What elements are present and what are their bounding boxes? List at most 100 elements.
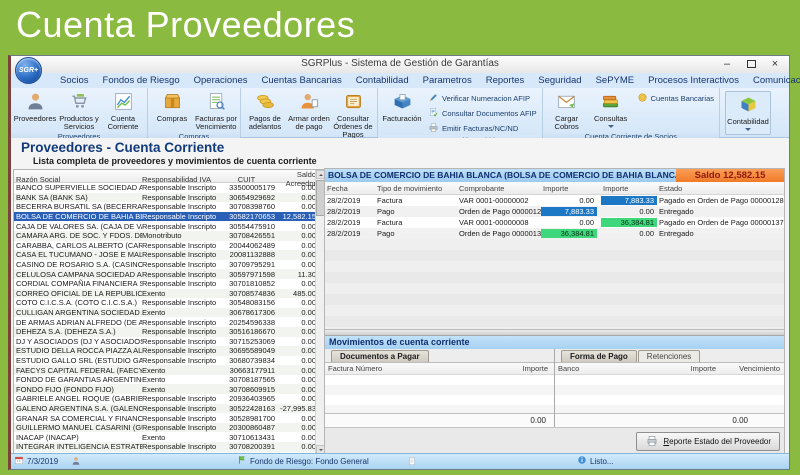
ribbon-button-cargar-cobros[interactable]: Cargar Cobros bbox=[545, 89, 589, 131]
chart-icon bbox=[113, 91, 134, 114]
ribbon-link-verificar-numeracion-afip[interactable]: Verificar Numeracion AFIP bbox=[428, 92, 537, 105]
payment-order-icon bbox=[299, 91, 320, 114]
provider-row[interactable]: GUILLERMO MANUEL CASARINI (GUILLER...Res… bbox=[14, 423, 315, 433]
provider-row[interactable]: FAECYS CAPITAL FEDERAL (FAECYS CAPI...Ex… bbox=[14, 365, 315, 375]
restore-icon bbox=[747, 60, 756, 68]
tab-retenciones[interactable]: Retenciones bbox=[638, 350, 700, 362]
status-ready: Listo... bbox=[590, 457, 614, 466]
menu-item-cuentas-bancarias[interactable]: Cuentas Bancarias bbox=[255, 74, 349, 88]
provider-row[interactable]: CELULOSA CAMPANA SOCIEDAD ANONIM...Respo… bbox=[14, 269, 315, 279]
provider-row[interactable]: FONDO DE GARANTIAS ARGENTINO - FOG...Exe… bbox=[14, 375, 315, 385]
movement-row[interactable]: 28/2/2019PagoOrden de Pago 0000013736,38… bbox=[325, 228, 784, 239]
restore-button[interactable] bbox=[739, 56, 763, 71]
invoice-icon bbox=[206, 91, 227, 114]
tab-documentos-a-pagar[interactable]: Documentos a Pagar bbox=[331, 350, 429, 362]
menu-item-socios[interactable]: Socios bbox=[53, 74, 96, 88]
movement-row[interactable]: 28/2/2019FacturaVAR 0001-000000020.007,8… bbox=[325, 195, 784, 206]
provider-row[interactable]: INACAP (INACAP)Exento307106134310.00 bbox=[14, 432, 315, 442]
ribbon-button-facturas-por-vencimiento[interactable]: Facturas por Vencimiento bbox=[194, 89, 238, 131]
close-button[interactable]: × bbox=[763, 56, 787, 71]
menu-item-fondos-de-riesgo[interactable]: Fondos de Riesgo bbox=[96, 74, 187, 88]
ribbon-button-contabilidad[interactable]: Contabilidad bbox=[725, 91, 771, 135]
splitter-handle[interactable] bbox=[325, 329, 784, 336]
minimize-button[interactable]: – bbox=[715, 56, 739, 71]
saldo-badge: Saldo 12,582.15 bbox=[676, 169, 784, 182]
movements-empty-area bbox=[325, 239, 784, 329]
pencil-icon bbox=[428, 92, 439, 105]
movement-row[interactable]: 28/2/2019FacturaVAR 0001-000000080.0036,… bbox=[325, 217, 784, 228]
ribbon-link-cuentas-bancarias[interactable]: Cuentas Bancarias bbox=[637, 92, 714, 105]
providers-header: Razón SocialResponsabilidad IVACUITSaldo… bbox=[14, 170, 315, 183]
provider-row[interactable]: INTEGRAR INTELIGENCIA ESTRATEGICA S...Re… bbox=[14, 442, 315, 452]
provider-row[interactable]: CULLIGAN ARGENTINA SOCIEDAD ANONI...Exen… bbox=[14, 308, 315, 318]
page-title: Proveedores - Cuenta Corriente bbox=[21, 140, 224, 155]
person-icon bbox=[25, 91, 46, 114]
forma-pago-total: 0.00 bbox=[555, 413, 784, 427]
provider-row[interactable]: COTO C.I.C.S.A. (COTO C.I.C.S.A.)Respons… bbox=[14, 298, 315, 308]
provider-row[interactable]: CARABBA, CARLOS ALBERTO (CARABBA, ...Res… bbox=[14, 241, 315, 251]
provider-row[interactable]: DEHEZA S.A. (DEHEZA S.A.)Responsable Ins… bbox=[14, 327, 315, 337]
flag-icon bbox=[237, 455, 247, 467]
menu-item-parametros[interactable]: Parametros bbox=[416, 74, 479, 88]
ribbon-link-consultar-documentos-afip[interactable]: Consultar Documentos AFIP bbox=[428, 107, 537, 120]
menu-item-sepyme[interactable]: SePYME bbox=[589, 74, 642, 88]
menu-item-comunicaciones[interactable]: Comunicaciones bbox=[746, 74, 800, 88]
provider-row[interactable]: BANK SA (BANK SA)Responsable Inscripto30… bbox=[14, 193, 315, 203]
ribbon-button-consultas[interactable]: Consultas bbox=[589, 89, 633, 131]
provider-row[interactable]: BECERRA BURSATIL SA (BECERRA BURSA...Res… bbox=[14, 202, 315, 212]
provider-row[interactable]: FONDO FIJO (FONDO FIJO)Exento30708609915… bbox=[14, 384, 315, 394]
page-icon bbox=[407, 455, 417, 467]
provider-row[interactable]: CAMARA ARG. DE SOC. Y FDOS. DE GTIA ...M… bbox=[14, 231, 315, 241]
billing-icon bbox=[392, 91, 413, 114]
calendar-icon bbox=[14, 455, 24, 467]
provider-row[interactable]: CORDIAL COMPAÑIA FINANCIERA S.A (C...Res… bbox=[14, 279, 315, 289]
documentos-total: 0.00 bbox=[325, 413, 554, 427]
status-bar: 7/3/2019 Fondo de Riesgo: Fondo General … bbox=[11, 453, 789, 469]
title-bar: SGRPlus - Sistema de Gestión de Garantía… bbox=[11, 56, 789, 74]
documentos-rows bbox=[325, 375, 554, 413]
provider-row[interactable]: BANCO SUPERVIELLE SOCIEDAD ANONIM...Resp… bbox=[14, 183, 315, 193]
app-logo-icon[interactable]: SGR+ bbox=[15, 57, 42, 84]
provider-row[interactable]: CAJA DE VALORES SA. (CAJA DE VALORES...R… bbox=[14, 221, 315, 231]
cc-movements-title: Movimientos de cuenta corriente bbox=[325, 336, 784, 349]
provider-row[interactable]: ESTUDIO GALLO SRL (ESTUDIO GALLO SRL)Res… bbox=[14, 356, 315, 366]
report-button-label: Reporte Estado del Proveedor bbox=[663, 437, 771, 446]
provider-row[interactable]: BOLSA DE COMERCIO DE BAHIA BLANCA (...Re… bbox=[14, 212, 315, 222]
menu-item-operaciones[interactable]: Operaciones bbox=[187, 74, 255, 88]
page-subtitle: Lista completa de proveedores y movimien… bbox=[33, 156, 317, 166]
provider-row[interactable]: CASINO DE ROSARIO S.A. (CASINO DE R...Re… bbox=[14, 260, 315, 270]
provider-row[interactable]: GRANAR SA COMERCIAL Y FINANCIERA (...Res… bbox=[14, 413, 315, 423]
provider-row[interactable]: DJ Y ASOCIADOS (DJ Y ASOCIADOS)Responsab… bbox=[14, 337, 315, 347]
provider-row[interactable]: CORREO OFICIAL DE LA REPUBLICA ARGE...Ex… bbox=[14, 289, 315, 299]
ribbon-button-compras[interactable]: Compras bbox=[150, 89, 194, 131]
provider-row[interactable]: CASA EL TUCUMANO - JOSE E MALLMANN ...Re… bbox=[14, 250, 315, 260]
user-icon bbox=[71, 455, 81, 467]
orders-book-icon bbox=[343, 91, 364, 114]
menu-item-reportes[interactable]: Reportes bbox=[479, 74, 532, 88]
ribbon-button-proveedores[interactable]: Proveedores bbox=[13, 89, 57, 131]
coin-icon bbox=[637, 92, 648, 105]
provider-row[interactable]: ESTUDIO DELLA ROCCA PIAZZA ALMARZA...Res… bbox=[14, 346, 315, 356]
movement-row[interactable]: 28/2/2019PagoOrden de Pago 000001287,883… bbox=[325, 206, 784, 217]
menu-item-seguridad[interactable]: Seguridad bbox=[531, 74, 588, 88]
cube-icon bbox=[738, 94, 759, 117]
tab-forma-de-pago[interactable]: Forma de Pago bbox=[561, 350, 637, 362]
box-icon bbox=[162, 91, 183, 114]
col-vencimiento: Vencimiento bbox=[722, 364, 784, 373]
report-provider-status-button[interactable]: Reporte Estado del Proveedor bbox=[636, 432, 780, 451]
ribbon-link-emitir-facturas-nc-nd[interactable]: Emitir Facturas/NC/ND bbox=[428, 122, 537, 135]
provider-row[interactable]: GABRIELE ANGEL ROQUE (GABRIELE ANGE...Re… bbox=[14, 394, 315, 404]
ribbon-group-cuenta-corriente-de-socios: Cargar CobrosConsultasCuentas BancariasC… bbox=[543, 88, 720, 137]
menu-bar: SociosFondos de RiesgoOperacionesCuentas… bbox=[11, 73, 789, 88]
documentos-panel: Documentos a Pagar Factura Número Import… bbox=[325, 349, 555, 427]
provider-row[interactable]: GALENO ARGENTINA S.A. (GALENO ARGE...Res… bbox=[14, 404, 315, 414]
provider-row[interactable]: DE ARMAS ADRIAN ALFREDO (DE ARMAS ...Res… bbox=[14, 317, 315, 327]
chevron-down-icon bbox=[745, 128, 751, 134]
ribbon: ProveedoresProductos y ServiciosCuenta C… bbox=[11, 88, 789, 138]
menu-item-procesos-interactivos[interactable]: Procesos Interactivos bbox=[641, 74, 746, 88]
envelope-icon bbox=[556, 91, 577, 114]
ribbon-button-facturacion[interactable]: Facturación bbox=[380, 89, 424, 135]
menu-item-contabilidad[interactable]: Contabilidad bbox=[349, 74, 416, 88]
ribbon-button-cuenta-corriente[interactable]: Cuenta Corriente bbox=[101, 89, 145, 131]
ribbon-button-productos-y-servicios[interactable]: Productos y Servicios bbox=[57, 89, 101, 131]
